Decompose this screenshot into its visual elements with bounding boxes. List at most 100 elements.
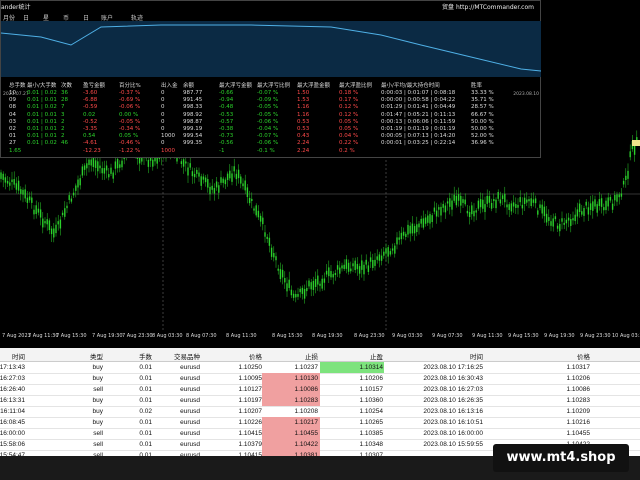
trade-cell-type: buy bbox=[92, 397, 103, 404]
stats-cell: 0:00:00 | 0:00:58 | 0:04:22 bbox=[381, 97, 456, 104]
candle-body bbox=[369, 257, 372, 262]
stats-cell: -0.73 bbox=[219, 133, 234, 140]
stats-cell: 1.16 bbox=[297, 111, 310, 118]
candle-body bbox=[365, 259, 367, 265]
trade-cell-close-price: 1.10216 bbox=[566, 419, 591, 426]
candle-body bbox=[537, 210, 539, 215]
stats-cell: 0 bbox=[161, 90, 165, 96]
trade-cell-price: 1.10207 bbox=[238, 408, 263, 415]
candle-body bbox=[585, 201, 587, 206]
candle-body bbox=[354, 260, 356, 271]
trade-column-header[interactable]: 时间 bbox=[12, 351, 25, 361]
trade-history-table[interactable]: 时间 类型 手数 交易品种 价格 止损 止盈 时间 价格 023.08.10 17:13:43 b… bbox=[0, 348, 640, 456]
stats-cell: 36.96 % bbox=[471, 140, 494, 147]
candle-body bbox=[20, 189, 22, 194]
trade-cell-tp: 1.10360 bbox=[359, 397, 384, 404]
trade-column-header[interactable]: 手数 bbox=[139, 351, 152, 361]
panel-brand: 贸盘 http://MTCommander.com bbox=[442, 4, 534, 11]
candle-body bbox=[66, 205, 68, 209]
trade-cell-tp: 1.10348 bbox=[359, 441, 384, 448]
candle-body bbox=[303, 288, 306, 299]
stats-cell: 0:00:13 | 0:06:06 | 0:11:59 bbox=[381, 118, 456, 125]
time-axis-label: 9 Aug 03:30 bbox=[392, 333, 423, 339]
candle-body bbox=[108, 174, 110, 178]
stats-cell: 2 bbox=[61, 126, 65, 132]
candle-body bbox=[180, 161, 183, 164]
stats-cell: 35.71 % bbox=[471, 97, 494, 104]
candle-body bbox=[77, 179, 79, 188]
stats-cell: -0.57 bbox=[219, 118, 234, 125]
candle-body bbox=[237, 169, 240, 179]
time-axis-label: 9 Aug 15:30 bbox=[508, 333, 539, 339]
trade-column-header[interactable]: 时间 bbox=[470, 351, 483, 361]
time-axis-label: 8 Aug 07:30 bbox=[186, 333, 217, 339]
trade-cell-lots: 0.01 bbox=[139, 375, 152, 382]
candle-body bbox=[603, 207, 605, 211]
stats-cell: 02 bbox=[9, 126, 16, 132]
trade-cell-close-time: 2023.08.10 16:26:35 bbox=[423, 397, 483, 404]
trade-cell-close-time: 2023.08.10 16:13:16 bbox=[423, 408, 483, 415]
stats-header-cell: 次数 bbox=[61, 83, 73, 89]
stats-total-cell: 2.24 bbox=[297, 147, 310, 154]
trade-cell-type: sell bbox=[93, 386, 103, 393]
stats-cell: 0.01 | 0.02 bbox=[27, 104, 57, 111]
trade-cell-symbol: eurusd bbox=[180, 419, 200, 426]
trade-column-header[interactable]: 交易品种 bbox=[174, 351, 200, 361]
candle-body bbox=[101, 168, 103, 174]
trade-column-header[interactable]: 类型 bbox=[90, 351, 103, 361]
candle-body bbox=[341, 265, 343, 269]
stats-cell: 0.01 | 0.01 bbox=[27, 126, 57, 132]
candle-body bbox=[37, 208, 40, 213]
trade-column-header[interactable]: 止损 bbox=[305, 351, 318, 361]
candle-body bbox=[9, 182, 11, 186]
candle-body bbox=[299, 288, 301, 293]
candle-body bbox=[92, 157, 95, 168]
trade-table-header: 时间 类型 手数 交易品种 价格 止损 止盈 时间 价格 bbox=[0, 348, 640, 362]
candle-body bbox=[460, 195, 462, 206]
trade-cell-type: buy bbox=[92, 419, 103, 426]
stats-cell: 0 bbox=[161, 140, 165, 147]
trade-column-header[interactable]: 价格 bbox=[577, 351, 590, 361]
candle-body bbox=[251, 198, 253, 201]
candle-body bbox=[405, 233, 407, 237]
candle-body bbox=[442, 203, 444, 208]
trade-column-header[interactable]: 止盈 bbox=[370, 351, 383, 361]
candle-body bbox=[222, 178, 224, 183]
panel-title: ander统计 bbox=[1, 4, 31, 11]
candle-body bbox=[515, 204, 517, 208]
trade-cell-lots: 0.01 bbox=[139, 441, 152, 448]
candle-body bbox=[242, 183, 244, 187]
stats-cell: 09 bbox=[9, 97, 16, 104]
stats-cell: -3.60 bbox=[83, 90, 98, 96]
stats-header-cell: 盈亏金额 bbox=[83, 83, 106, 89]
time-axis-label: 7 Aug 19:30 bbox=[92, 333, 123, 339]
candle-body bbox=[215, 181, 218, 188]
candle-body bbox=[563, 222, 565, 225]
trade-cell-tp: 1.10385 bbox=[359, 430, 384, 437]
candle-body bbox=[317, 275, 319, 285]
trade-cell-price: 1.10226 bbox=[238, 419, 263, 426]
candle-body bbox=[301, 287, 304, 294]
trade-cell-symbol: eurusd bbox=[180, 375, 200, 382]
candle-body bbox=[526, 199, 528, 203]
candle-body bbox=[567, 217, 570, 221]
stats-cell: 0.01 | 0.01 bbox=[27, 111, 57, 118]
stats-cell: 66.67 % bbox=[471, 111, 494, 118]
candle-body bbox=[438, 207, 440, 210]
time-axis-label: 9 Aug 23:30 bbox=[580, 333, 611, 339]
time-axis-label: 9 Aug 11:30 bbox=[472, 333, 503, 339]
time-axis-label: 9 Aug 07:30 bbox=[432, 333, 463, 339]
stats-header-cell: 最大浮亏金额 bbox=[219, 83, 253, 89]
trade-column-header[interactable]: 价格 bbox=[249, 351, 262, 361]
candle-body bbox=[475, 210, 477, 213]
candle-body bbox=[508, 204, 510, 210]
stats-cell: 998.92 bbox=[183, 111, 203, 118]
trade-cell-close-time: 2023.08.10 16:30:43 bbox=[423, 375, 483, 382]
candle-body bbox=[70, 198, 73, 202]
candle-body bbox=[398, 237, 400, 240]
candle-body bbox=[422, 218, 425, 228]
stats-cell: 0:01:19 | 0:01:19 | 0:01:19 bbox=[381, 126, 456, 132]
time-axis-label: 7 Aug 23:30 bbox=[122, 333, 153, 339]
candle-body bbox=[468, 212, 471, 217]
candle-body bbox=[103, 168, 106, 174]
